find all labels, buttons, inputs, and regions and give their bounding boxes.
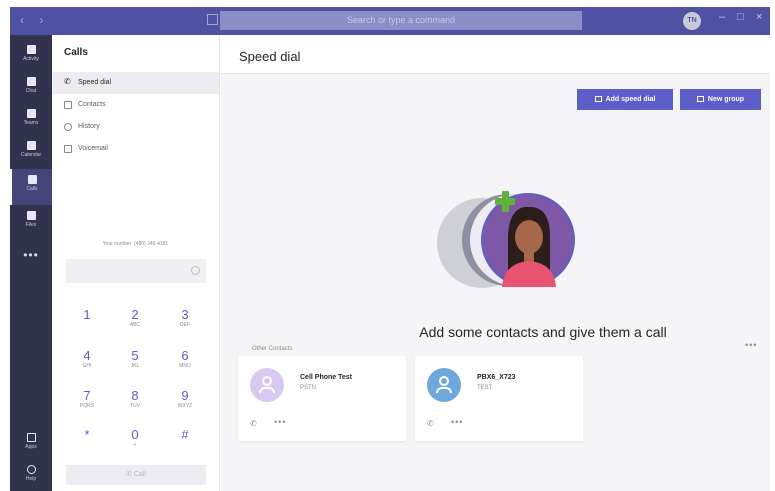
rail-item-apps[interactable]: Apps	[10, 427, 52, 463]
phone-icon: ✆	[126, 471, 134, 478]
nav-history[interactable]: History	[52, 116, 219, 138]
phone-icon: ✆	[64, 77, 71, 86]
your-number: Your number: (480) 245-4181	[102, 241, 169, 247]
person-icon	[262, 376, 272, 386]
contact-subtitle: TEST	[477, 385, 493, 391]
rail-item-files[interactable]: Files	[10, 205, 52, 241]
app-rail: Activity Chat Teams Calendar Calls Files…	[10, 35, 52, 491]
rail-label: Files	[25, 222, 37, 228]
nav-contacts[interactable]: Contacts	[52, 94, 219, 116]
call-button[interactable]: ✆ Call	[66, 465, 206, 485]
dial-key-8[interactable]: 8 TUV	[115, 389, 155, 410]
dial-key-1[interactable]: 1	[67, 308, 107, 322]
new-group-icon	[696, 96, 704, 102]
clear-icon[interactable]	[191, 266, 200, 275]
compose-icon[interactable]	[207, 14, 218, 25]
call-label: Call	[133, 471, 146, 478]
rail-label: Teams	[23, 120, 39, 126]
apps-icon	[26, 433, 36, 442]
dial-key-2[interactable]: 2 ABC	[115, 308, 155, 329]
person-icon-body	[436, 387, 452, 393]
contact-card[interactable]: PBX6_X723 TEST ✆ •••	[415, 356, 583, 441]
nav-voicemail[interactable]: Voicemail	[52, 138, 219, 160]
contact-more-button[interactable]: •••	[274, 417, 286, 427]
rail-item-help[interactable]: Help	[10, 459, 52, 491]
rail-item-calls[interactable]: Calls	[10, 169, 52, 205]
dial-key-7[interactable]: 7 PQRS	[67, 389, 107, 410]
voicemail-icon	[64, 145, 72, 153]
chat-icon	[26, 77, 36, 86]
phone-icon[interactable]: ✆	[427, 419, 434, 428]
add-speed-dial-label: Add speed dial	[605, 96, 656, 103]
dial-key-0[interactable]: 0 +	[115, 428, 155, 449]
nav-label: Contacts	[78, 101, 106, 108]
rail-label: Help	[25, 476, 37, 482]
calendar-icon	[26, 141, 36, 150]
rail-label: Calendar	[20, 152, 42, 158]
new-group-label: New group	[707, 96, 745, 103]
search-input[interactable]: Search or type a command	[220, 11, 582, 30]
maximize-button[interactable]: □	[737, 11, 744, 23]
person-icon	[439, 376, 449, 386]
rail-label: Calls	[26, 186, 38, 192]
close-button[interactable]: ×	[756, 11, 762, 23]
contact-avatar	[427, 368, 461, 402]
dial-key-6[interactable]: 6 MNO	[165, 349, 205, 370]
nav-speed-dial[interactable]: ✆ Speed dial	[52, 72, 219, 94]
contact-name: PBX6_X723	[477, 374, 516, 381]
dial-key-9[interactable]: 9 WXYZ	[165, 389, 205, 410]
dial-key-hash[interactable]: #	[165, 428, 205, 442]
more-apps-button[interactable]: •••	[10, 248, 52, 262]
dial-number-input[interactable]	[66, 259, 206, 283]
rail-label: Chat	[25, 88, 37, 94]
rail-item-activity[interactable]: Activity	[10, 39, 52, 75]
phone-icon[interactable]: ✆	[250, 419, 257, 428]
main-header: Speed dial	[221, 35, 770, 74]
rail-label: Activity	[23, 56, 39, 62]
bell-icon	[26, 45, 36, 54]
minimize-button[interactable]: –	[719, 11, 725, 23]
empty-state-illustration	[437, 191, 575, 288]
add-contact-icon	[594, 96, 602, 102]
nav-label: Voicemail	[78, 145, 108, 152]
avatar[interactable]: TN	[683, 12, 701, 30]
dial-key-3[interactable]: 3 DEF	[165, 308, 205, 329]
teams-icon	[26, 109, 36, 118]
panel-title: Calls	[64, 47, 88, 58]
nav-label: History	[78, 123, 100, 130]
nav-label: Speed dial	[78, 79, 112, 86]
contact-more-button[interactable]: •••	[451, 417, 463, 427]
contacts-icon	[64, 101, 72, 109]
title-bar: ‹ › Search or type a command TN – □ ×	[10, 7, 770, 35]
rail-item-teams[interactable]: Teams	[10, 103, 52, 139]
back-forward-arrows[interactable]: ‹ ›	[20, 13, 49, 27]
contact-name: Cell Phone Test	[300, 374, 352, 381]
page-title: Speed dial	[239, 49, 301, 64]
dial-key-5[interactable]: 5 JKL	[115, 349, 155, 370]
phone-icon	[27, 175, 37, 184]
add-speed-dial-button[interactable]: Add speed dial	[577, 89, 673, 110]
dial-key-star[interactable]: *	[67, 428, 107, 442]
main-content: Speed dial Add speed dial New group Add …	[221, 35, 770, 491]
help-icon	[26, 465, 36, 474]
empty-state-message: Add some contacts and give them a call	[419, 324, 667, 340]
rail-item-calendar[interactable]: Calendar	[10, 135, 52, 171]
rail-item-chat[interactable]: Chat	[10, 71, 52, 107]
new-group-button[interactable]: New group	[680, 89, 761, 110]
rail-label: Apps	[25, 444, 37, 450]
history-icon	[64, 123, 72, 131]
dial-key-4[interactable]: 4 GHI	[67, 349, 107, 370]
contact-avatar	[250, 368, 284, 402]
contact-subtitle: PSTN	[300, 385, 317, 391]
contact-card[interactable]: Cell Phone Test PSTN ✆ •••	[238, 356, 406, 441]
person-icon-body	[259, 387, 275, 393]
other-contacts-label: Other Contacts	[252, 346, 293, 352]
more-options-button[interactable]: •••	[745, 340, 757, 350]
calls-panel: Calls ✆ Speed dial Contacts History Voic…	[52, 35, 220, 491]
file-icon	[26, 211, 36, 220]
